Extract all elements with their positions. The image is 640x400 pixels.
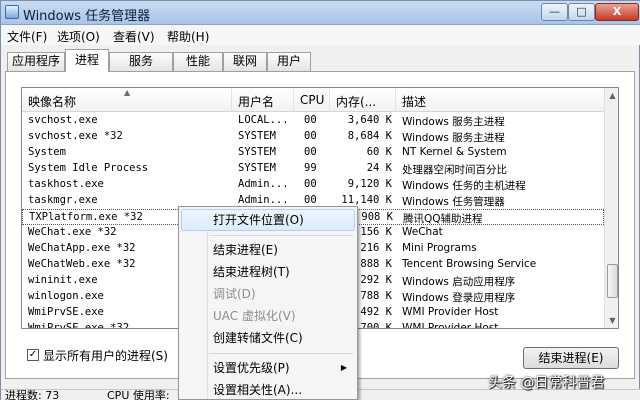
process-user: LOCAL... [238, 114, 289, 126]
column-header-row: 映像名称 ▲ 用户名 CPU 内存(... 描述 [22, 88, 604, 112]
process-description: Tencent Browsing Service [402, 258, 537, 270]
table-row[interactable]: System Idle Process SYSTEM 99 24 K 处理器空闲… [22, 161, 604, 177]
table-row[interactable]: svchost.exe LOCAL... 00 3,640 K Windows … [22, 113, 604, 129]
process-memory: 3,640 K [347, 114, 392, 126]
process-cpu: 00 [304, 178, 317, 190]
process-description: Windows 任务管理器 [402, 196, 505, 208]
column-header-name-label: 映像名称 [28, 95, 77, 109]
window-title: Windows 任务管理器 [23, 9, 151, 24]
end-process-button[interactable]: 结束进程(E) [523, 347, 619, 369]
ctx-set-priority[interactable]: 设置优先级(P) ▶ [181, 357, 355, 379]
process-memory: 9,120 K [347, 178, 392, 190]
process-name: svchost.exe [28, 114, 98, 126]
process-description: 腾讯QQ辅助进程 [403, 213, 483, 225]
tab-performance[interactable]: 性能 [173, 52, 223, 71]
process-description: WeChat [402, 226, 443, 238]
process-user: Admin... [238, 194, 289, 206]
process-cpu: 00 [304, 114, 317, 126]
scroll-down-icon[interactable]: ▼ [605, 313, 618, 328]
menu-options[interactable]: 选项(O) [57, 28, 100, 45]
table-row[interactable]: taskhost.exe Admin... 00 9,120 K Windows… [22, 177, 604, 193]
column-header-user[interactable]: 用户名 [232, 88, 294, 112]
status-cpu-usage: CPU 使用率: [107, 389, 170, 400]
process-memory: 24 K [366, 162, 392, 174]
status-process-count: 进程数: 73 [5, 389, 60, 400]
menu-bar: 文件(F) 选项(O) 查看(V) 帮助(H) [1, 25, 640, 45]
process-description: WMI Provider Host [402, 322, 499, 329]
process-user: SYSTEM [238, 162, 276, 174]
tab-services[interactable]: 服务 [109, 52, 173, 71]
watermark: 头条 @日常科普君 [488, 375, 605, 391]
process-description: Windows 服务主进程 [402, 132, 505, 144]
vertical-scrollbar[interactable]: ▲ ▼ [604, 88, 618, 328]
context-menu: 打开文件位置(O) 结束进程(E) 结束进程树(T) 调试(D) UAC 虚拟化… [178, 206, 358, 400]
process-name: System [28, 146, 66, 158]
process-memory: 8,684 K [347, 130, 392, 142]
show-all-users-label: 显示所有用户的进程(S) [43, 349, 168, 363]
process-user: SYSTEM [238, 130, 276, 142]
ctx-debug: 调试(D) [213, 287, 256, 301]
process-cpu: 99 [304, 162, 317, 174]
ctx-set-priority-label: 设置优先级(P) [213, 361, 290, 375]
close-button[interactable]: X [595, 3, 639, 21]
scrollbar-thumb[interactable] [607, 264, 618, 298]
ctx-set-affinity[interactable]: 设置相关性(A)... [181, 379, 355, 400]
process-memory: 11,140 K [341, 194, 392, 206]
task-manager-app-icon [5, 5, 19, 19]
process-user: Admin... [238, 178, 289, 190]
process-cpu: 00 [304, 194, 317, 206]
ctx-uac-virtualization: UAC 虚拟化(V) [213, 309, 296, 323]
tab-users[interactable]: 用户 [267, 52, 311, 71]
tab-networking[interactable]: 联网 [223, 52, 267, 71]
process-description: 处理器空闲时间百分比 [402, 164, 507, 176]
column-header-description[interactable]: 描述 [396, 88, 604, 112]
maximize-button[interactable]: □ [568, 3, 595, 21]
process-description: Windows 启动应用程序 [402, 276, 516, 288]
table-row[interactable]: svchost.exe *32 SYSTEM 00 8,684 K Window… [22, 129, 604, 145]
process-description: Windows 登录应用程序 [402, 292, 516, 304]
process-description: WMI Provider Host [402, 306, 499, 318]
ctx-create-dump-file[interactable]: 创建转储文件(C) [181, 327, 355, 349]
title-bar[interactable]: Windows 任务管理器 — □ X [1, 1, 640, 25]
process-description: Windows 服务主进程 [402, 116, 505, 128]
process-name: svchost.exe *32 [28, 130, 123, 142]
process-description: Windows 任务的主机进程 [402, 180, 526, 192]
menu-view[interactable]: 查看(V) [113, 28, 155, 45]
process-name: taskmgr.exe [28, 194, 98, 206]
sort-ascending-icon: ▲ [124, 88, 131, 97]
table-row[interactable]: System SYSTEM 00 60 K NT Kernel & System [22, 145, 604, 161]
ctx-end-process-tree[interactable]: 结束进程树(T) [181, 261, 355, 283]
process-cpu: 00 [304, 146, 317, 158]
scroll-up-icon[interactable]: ▲ [605, 88, 618, 104]
ctx-separator [209, 235, 353, 236]
process-name: taskhost.exe [28, 178, 104, 190]
menu-file[interactable]: 文件(F) [7, 28, 47, 45]
column-header-memory[interactable]: 内存(... [330, 88, 396, 112]
minimize-button[interactable]: — [541, 3, 568, 21]
process-memory: 60 K [366, 146, 392, 158]
show-all-users-checkbox[interactable]: ✓ [27, 349, 39, 361]
tab-processes[interactable]: 进程 [65, 49, 109, 72]
ctx-separator [209, 353, 353, 354]
menu-help[interactable]: 帮助(H) [167, 28, 209, 45]
process-description: Mini Programs [402, 242, 477, 254]
process-description: NT Kernel & System [402, 146, 507, 158]
process-cpu: 00 [304, 130, 317, 142]
tab-applications[interactable]: 应用程序 [7, 52, 65, 71]
ctx-open-file-location[interactable]: 打开文件位置(O) [181, 209, 355, 231]
submenu-arrow-icon: ▶ [340, 363, 347, 372]
process-name: System Idle Process [28, 162, 149, 174]
ctx-end-process[interactable]: 结束进程(E) [181, 239, 355, 261]
process-user: SYSTEM [238, 146, 276, 158]
column-header-cpu[interactable]: CPU [294, 88, 330, 112]
